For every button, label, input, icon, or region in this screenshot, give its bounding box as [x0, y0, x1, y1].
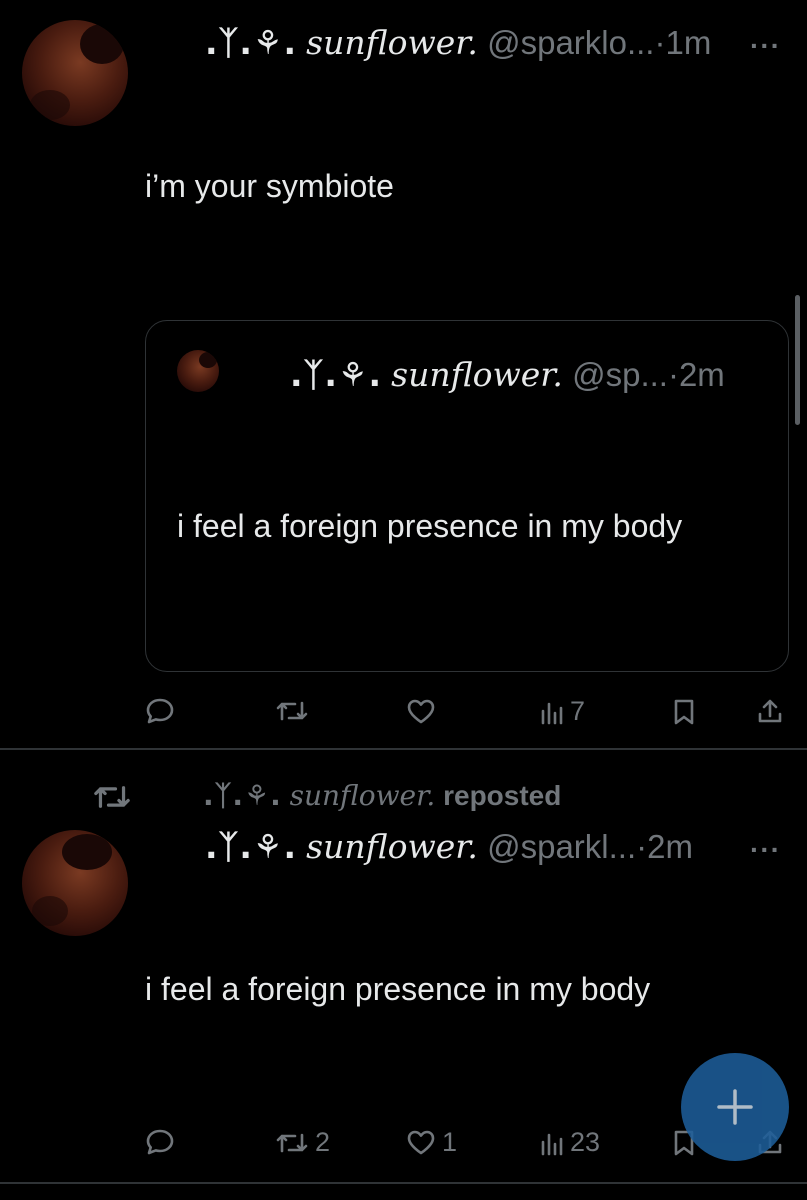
views-button[interactable]: 23 — [540, 1129, 600, 1156]
repost-button[interactable] — [275, 698, 315, 724]
timestamp[interactable]: 2m — [647, 828, 693, 865]
user-handle[interactable]: @sparkl... — [487, 828, 636, 865]
name-decoration: .ᛉ.⚘. — [203, 779, 282, 812]
reposted-label: reposted — [443, 780, 562, 811]
separator-dot: · — [636, 828, 648, 865]
more-options-icon[interactable]: ··· — [750, 30, 781, 62]
user-handle[interactable]: @sparklo... — [487, 24, 654, 61]
timestamp[interactable]: 1m — [665, 24, 711, 61]
analytics-icon — [541, 702, 563, 724]
display-name[interactable]: sunflower. — [306, 23, 478, 62]
repost-banner-icon — [92, 782, 132, 817]
display-name[interactable]: sunflower. — [306, 827, 478, 866]
reposter-name: sunflower. — [289, 779, 436, 812]
name-decoration: .ᛉ.⚘. — [205, 827, 297, 866]
reply-button[interactable] — [145, 697, 181, 725]
more-options-icon[interactable]: ··· — [750, 834, 781, 866]
like-count: 1 — [442, 1127, 458, 1157]
quoted-avatar — [177, 350, 219, 392]
quoted-tweet-header: .ᛉ.⚘. sunflower. @sp...·2m — [290, 358, 725, 391]
quoted-tweet-text: i feel a foreign presence in my body — [177, 508, 683, 544]
tweet-header: .ᛉ.⚘. sunflower. @sparklo...·1m — [205, 26, 711, 59]
repost-icon — [276, 701, 308, 721]
timestamp: 2m — [678, 356, 725, 393]
divider — [0, 748, 807, 750]
bookmark-icon — [674, 699, 694, 725]
separator-dot: · — [667, 356, 679, 393]
view-count: 7 — [570, 696, 586, 726]
avatar[interactable] — [22, 20, 128, 126]
plus-icon — [717, 1089, 753, 1125]
heart-icon — [407, 1130, 435, 1155]
share-button[interactable] — [756, 697, 784, 725]
separator-dot: · — [654, 24, 666, 61]
like-button[interactable]: 1 — [406, 1129, 457, 1156]
repost-icon — [276, 1133, 308, 1152]
tweet-text: i’m your symbiote — [145, 168, 394, 204]
repost-count: 2 — [315, 1127, 331, 1157]
compose-button[interactable] — [681, 1053, 789, 1161]
like-button[interactable] — [406, 698, 442, 725]
reply-button[interactable] — [145, 1128, 181, 1156]
display-name: sunflower. — [391, 355, 563, 394]
repost-banner[interactable]: .ᛉ.⚘. sunflower. reposted — [203, 782, 561, 810]
view-count: 23 — [570, 1127, 601, 1157]
heart-icon — [407, 699, 435, 724]
tweet-header: .ᛉ.⚘. sunflower. @sparkl...·2m — [205, 830, 693, 863]
name-decoration: .ᛉ.⚘. — [205, 23, 297, 62]
avatar[interactable] — [22, 830, 128, 936]
user-handle: @sp... — [572, 356, 668, 393]
bookmark-button[interactable] — [672, 698, 696, 726]
repost-button[interactable]: 2 — [275, 1129, 330, 1156]
reply-icon — [146, 698, 174, 724]
views-button[interactable]: 7 — [540, 698, 585, 725]
reply-icon — [146, 1129, 174, 1155]
analytics-icon — [541, 1133, 563, 1155]
tweet-text: i feel a foreign presence in my body — [145, 971, 651, 1007]
divider — [0, 1182, 807, 1184]
share-icon — [758, 699, 782, 723]
name-decoration: .ᛉ.⚘. — [290, 355, 382, 394]
scrollbar[interactable] — [795, 295, 800, 425]
